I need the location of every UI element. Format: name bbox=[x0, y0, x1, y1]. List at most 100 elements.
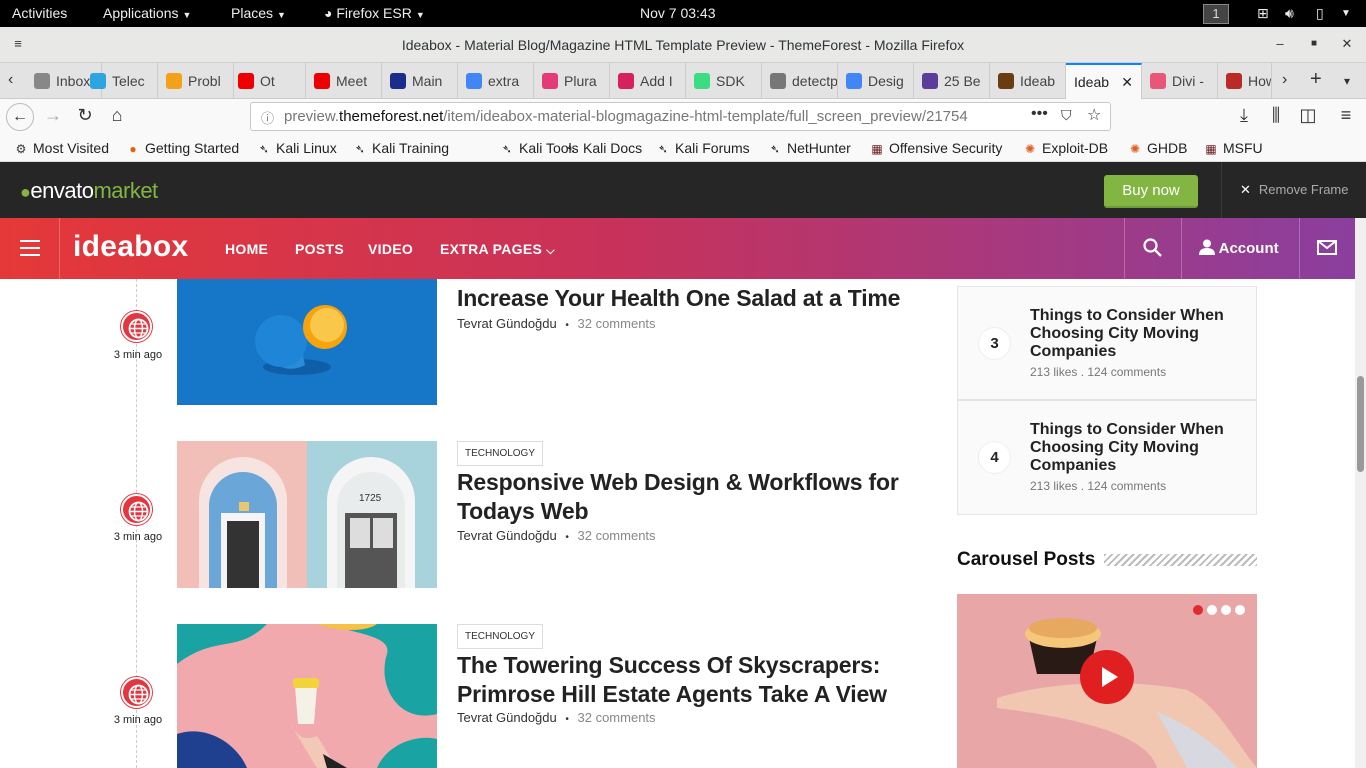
tab[interactable]: Probl bbox=[158, 63, 234, 99]
bookmark-star-icon[interactable]: ☆ bbox=[1087, 105, 1101, 125]
volume-icon[interactable]: 🔊︎ bbox=[1285, 5, 1294, 22]
post-author[interactable]: Tevrat Gündoğdu bbox=[457, 528, 557, 543]
post-category[interactable]: TECHNOLOGY bbox=[457, 624, 544, 649]
maximize-icon[interactable]: ■ bbox=[1304, 38, 1324, 49]
network-icon[interactable]: ⊞ bbox=[1257, 5, 1269, 22]
places-menu[interactable]: Places ▼ bbox=[231, 5, 286, 21]
tab-favicon-icon bbox=[1150, 73, 1166, 89]
scrollbar-thumb[interactable] bbox=[1357, 376, 1364, 472]
post-comments[interactable]: 32 comments bbox=[578, 528, 656, 543]
bookmark-item[interactable]: ➴ Kali Linux bbox=[257, 140, 337, 156]
tab[interactable]: SDK bbox=[686, 63, 762, 99]
carousel-slide[interactable] bbox=[957, 594, 1257, 768]
play-icon[interactable] bbox=[1080, 650, 1134, 704]
home-icon[interactable]: ⌂ bbox=[104, 105, 130, 126]
site-info-icon[interactable]: ⓘ bbox=[261, 108, 274, 127]
bookmarks-toolbar: ⚙ Most Visited ● Getting Started ➴ Kali Linux… bbox=[0, 135, 1366, 162]
chevron-down-icon: ⌵ bbox=[546, 245, 555, 257]
bookmark-item[interactable]: ➴ Kali Training bbox=[353, 140, 449, 156]
popular-post-item[interactable]: 3 Things to Consider When Choosing City M… bbox=[957, 286, 1257, 400]
post-image-orange[interactable] bbox=[177, 279, 437, 405]
popular-post-item[interactable]: 4 Things to Consider When Choosing City M… bbox=[957, 400, 1257, 515]
tab-scroll-right-icon[interactable]: › bbox=[1282, 71, 1287, 89]
bookmark-label: Exploit-DB bbox=[1042, 140, 1109, 156]
tab[interactable]: How bbox=[1218, 63, 1272, 99]
site-menu-icon[interactable] bbox=[20, 240, 40, 261]
workspace-indicator[interactable]: 1 bbox=[1203, 4, 1229, 24]
nav-video[interactable]: VIDEO bbox=[368, 241, 413, 257]
bookmark-item[interactable]: ▦ Offensive Security bbox=[870, 140, 1002, 156]
firefox-app-menu[interactable]: ◕ Firefox ESR ▼ bbox=[324, 5, 425, 21]
bookmark-item[interactable]: ⚙ Most Visited bbox=[14, 140, 109, 156]
envato-logo[interactable]: ●envatomarket bbox=[20, 178, 158, 204]
url-bar[interactable]: ⓘ preview.themeforest.net/item/ideabox-m… bbox=[250, 102, 1111, 131]
close-window-icon[interactable]: ✕ bbox=[1337, 36, 1357, 52]
carousel-dot[interactable] bbox=[1221, 605, 1231, 615]
tab[interactable]: Plura bbox=[534, 63, 610, 99]
post-comments[interactable]: 32 comments bbox=[578, 316, 656, 331]
tab[interactable]: 25 Be bbox=[914, 63, 990, 99]
account-button[interactable]: Account bbox=[1199, 239, 1279, 259]
mail-icon[interactable] bbox=[1317, 240, 1337, 258]
activities-button[interactable]: Activities bbox=[12, 5, 67, 21]
tab-scroll-left-icon[interactable]: ‹ bbox=[8, 71, 13, 89]
minimize-icon[interactable]: – bbox=[1270, 36, 1290, 51]
tab[interactable]: Meet bbox=[306, 63, 382, 99]
tab[interactable]: Ideab ✕ bbox=[1066, 63, 1142, 99]
bookmark-item[interactable]: ➴ Kali Docs bbox=[564, 140, 642, 156]
tab-label: Plura bbox=[564, 73, 597, 89]
search-icon[interactable] bbox=[1143, 238, 1162, 260]
tab[interactable]: Add I bbox=[610, 63, 686, 99]
reload-icon[interactable]: ↻ bbox=[72, 105, 98, 126]
post-comments[interactable]: 32 comments bbox=[578, 710, 656, 725]
bookmark-item[interactable]: ✺ GHDB bbox=[1128, 140, 1187, 156]
tab[interactable]: Desig bbox=[838, 63, 914, 99]
pocket-icon[interactable]: ⛉ bbox=[1061, 107, 1072, 124]
bookmark-item[interactable]: ➴ Kali Forums bbox=[656, 140, 750, 156]
carousel-dot[interactable] bbox=[1193, 605, 1203, 615]
nav-extra-pages[interactable]: EXTRA PAGES ⌵ bbox=[440, 241, 555, 258]
post-image-coffee[interactable] bbox=[177, 624, 437, 768]
back-icon[interactable]: ← bbox=[6, 103, 34, 131]
bookmark-item[interactable]: ➴ NetHunter bbox=[768, 140, 851, 156]
post-image-doors[interactable]: 1725 bbox=[177, 441, 437, 588]
system-menu-chevron-icon[interactable]: ▼ bbox=[1341, 8, 1351, 19]
bookmark-label: Kali Forums bbox=[675, 140, 750, 156]
applications-menu[interactable]: Applications ▼ bbox=[103, 5, 191, 21]
tab[interactable]: Telec bbox=[82, 63, 158, 99]
forward-icon[interactable]: → bbox=[40, 105, 66, 126]
page-actions-icon[interactable]: ••• bbox=[1031, 105, 1048, 123]
close-tab-icon[interactable]: ✕ bbox=[1121, 74, 1133, 91]
new-tab-icon[interactable]: + bbox=[1310, 68, 1322, 91]
nav-posts[interactable]: POSTS bbox=[295, 241, 344, 257]
tab-list-chevron-icon[interactable]: ▾ bbox=[1344, 74, 1350, 88]
post-author[interactable]: Tevrat Gündoğdu bbox=[457, 316, 557, 331]
tab[interactable]: Divi - bbox=[1142, 63, 1218, 99]
bookmark-item[interactable]: ✺ Exploit-DB bbox=[1023, 140, 1108, 156]
nav-home[interactable]: HOME bbox=[225, 241, 268, 257]
post-title[interactable]: Increase Your Health One Salad at a Time bbox=[457, 284, 927, 313]
carousel-dot[interactable] bbox=[1235, 605, 1245, 615]
post-title[interactable]: The Towering Success Of Skyscrapers: Prim… bbox=[457, 651, 927, 709]
post-author[interactable]: Tevrat Gündoğdu bbox=[457, 710, 557, 725]
clock[interactable]: Nov 7 03:43 bbox=[640, 5, 716, 21]
tab[interactable]: Ot bbox=[230, 63, 306, 99]
tab[interactable]: detectpo bbox=[762, 63, 838, 99]
site-logo[interactable]: ideabox bbox=[73, 230, 188, 264]
tab[interactable]: Main bbox=[382, 63, 458, 99]
battery-icon[interactable]: ▯ bbox=[1316, 5, 1324, 22]
buy-now-button[interactable]: Buy now bbox=[1104, 175, 1198, 208]
post-title[interactable]: Responsive Web Design & Workflows for Tod… bbox=[457, 468, 927, 526]
bookmark-item[interactable]: ● Getting Started bbox=[126, 140, 239, 156]
page-scrollbar[interactable] bbox=[1355, 218, 1366, 768]
carousel-dot[interactable] bbox=[1207, 605, 1217, 615]
tab[interactable]: extra bbox=[458, 63, 534, 99]
remove-frame-button[interactable]: ✕ Remove Frame bbox=[1240, 182, 1348, 198]
downloads-icon[interactable]: ⤓ bbox=[1231, 105, 1257, 126]
hamburger-menu-icon[interactable]: ≡ bbox=[1333, 105, 1359, 126]
library-icon[interactable]: ⫼ bbox=[1263, 105, 1289, 126]
bookmark-item[interactable]: ▦ MSFU bbox=[1204, 140, 1262, 156]
tab[interactable]: Ideab bbox=[990, 63, 1066, 99]
post-category[interactable]: TECHNOLOGY bbox=[457, 441, 544, 466]
sidebar-toggle-icon[interactable]: ◫ bbox=[1295, 105, 1321, 126]
